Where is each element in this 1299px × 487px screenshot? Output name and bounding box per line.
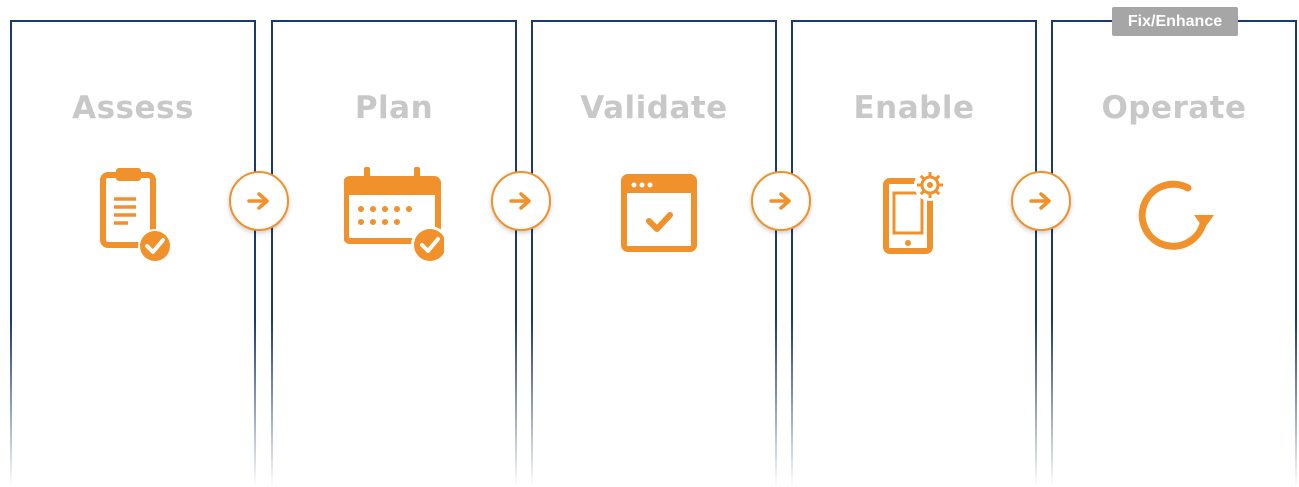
mobile-gear-icon bbox=[864, 165, 964, 265]
browser-window-check-icon bbox=[604, 165, 704, 265]
clipboard-check-icon bbox=[83, 165, 183, 265]
stage-title: Operate bbox=[1101, 90, 1247, 126]
refresh-cycle-icon bbox=[1124, 165, 1224, 265]
arrow-right-icon bbox=[1011, 171, 1071, 231]
arrow-right-icon bbox=[751, 171, 811, 231]
stage-enable-panel: Enable bbox=[791, 20, 1037, 487]
arrow-right-icon bbox=[229, 171, 289, 231]
stage-title: Assess bbox=[72, 90, 194, 126]
fix-enhance-badge: Fix/Enhance bbox=[1112, 7, 1238, 36]
stage-validate-panel: Validate bbox=[531, 20, 777, 487]
stage-title: Plan bbox=[354, 90, 434, 126]
stage-title: Validate bbox=[580, 90, 728, 126]
stage-plan-panel: Plan bbox=[271, 20, 517, 487]
stage-title: Enable bbox=[853, 90, 975, 126]
stage-assess-panel: Assess bbox=[10, 20, 256, 487]
stage-operate-panel: Operate bbox=[1051, 20, 1297, 487]
arrow-right-icon bbox=[491, 171, 551, 231]
calendar-check-icon bbox=[343, 165, 449, 265]
